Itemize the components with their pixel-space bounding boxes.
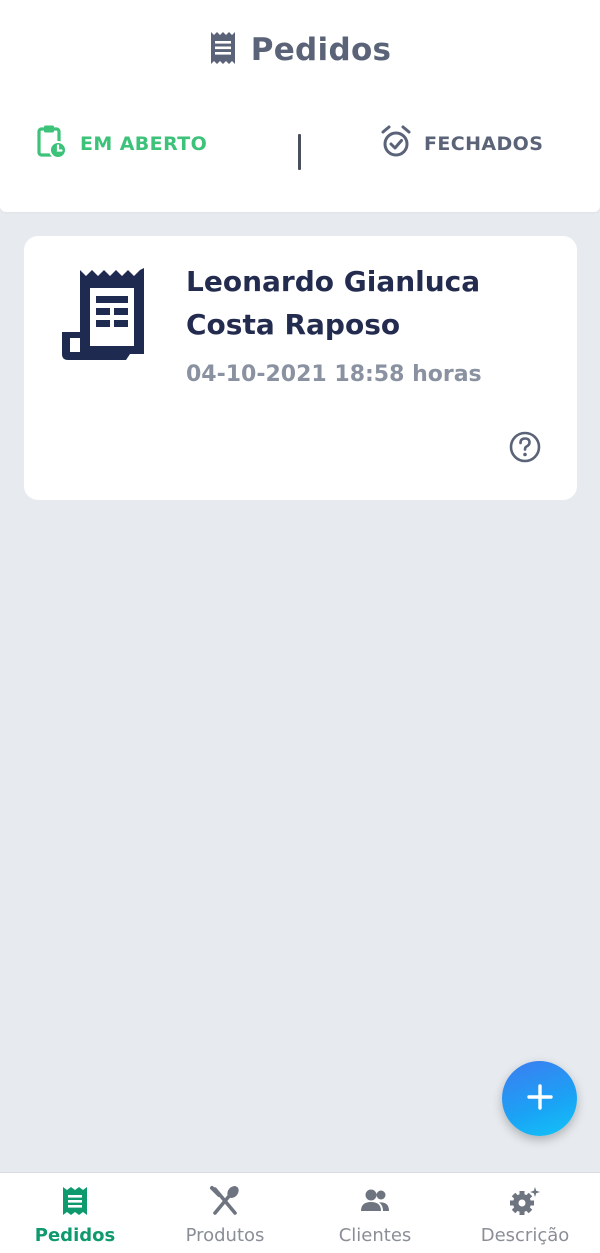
users-icon: [359, 1185, 391, 1221]
tab-label: EM ABERTO: [80, 133, 208, 155]
nav-item-descricao[interactable]: Descrição: [450, 1173, 600, 1253]
bottom-nav: Pedidos Produtos Clientes Descrição: [0, 1172, 600, 1253]
nav-label: Pedidos: [34, 1225, 116, 1246]
cog-sparkle-icon: [509, 1185, 541, 1221]
nav-label: Clientes: [338, 1225, 412, 1246]
utensils-icon: [209, 1185, 241, 1221]
alarm-check-icon: [380, 124, 412, 165]
tab-em-aberto[interactable]: EM ABERTO: [36, 124, 207, 164]
app-header: Pedidos EM ABERTO FECHADOS: [0, 0, 600, 212]
nav-item-clientes[interactable]: Clientes: [300, 1173, 450, 1253]
plus-icon: [526, 1083, 554, 1115]
order-datetime: 04-10-2021 18:58 horas: [186, 362, 482, 387]
nav-item-produtos[interactable]: Produtos: [150, 1173, 300, 1253]
nav-label: Descrição: [480, 1225, 570, 1246]
customer-name: Leonardo Gianluca Costa Raposo: [186, 265, 481, 341]
order-card[interactable]: Leonardo Gianluca Costa Raposo 04-10-202…: [24, 236, 577, 500]
page-title: Pedidos: [250, 32, 392, 68]
clipboard-clock-icon: [36, 124, 68, 165]
title-row: Pedidos: [0, 28, 600, 72]
receipt-icon: [59, 1185, 91, 1221]
nav-item-pedidos[interactable]: Pedidos: [0, 1173, 150, 1253]
receipt-icon: [60, 266, 148, 362]
add-order-button[interactable]: [502, 1061, 577, 1136]
nav-label: Produtos: [185, 1225, 265, 1246]
help-circle-icon[interactable]: [508, 430, 542, 464]
receipt-icon: [209, 32, 237, 68]
tab-divider: [298, 134, 301, 170]
tab-fechados[interactable]: FECHADOS: [380, 124, 543, 164]
tab-label: FECHADOS: [424, 133, 544, 155]
